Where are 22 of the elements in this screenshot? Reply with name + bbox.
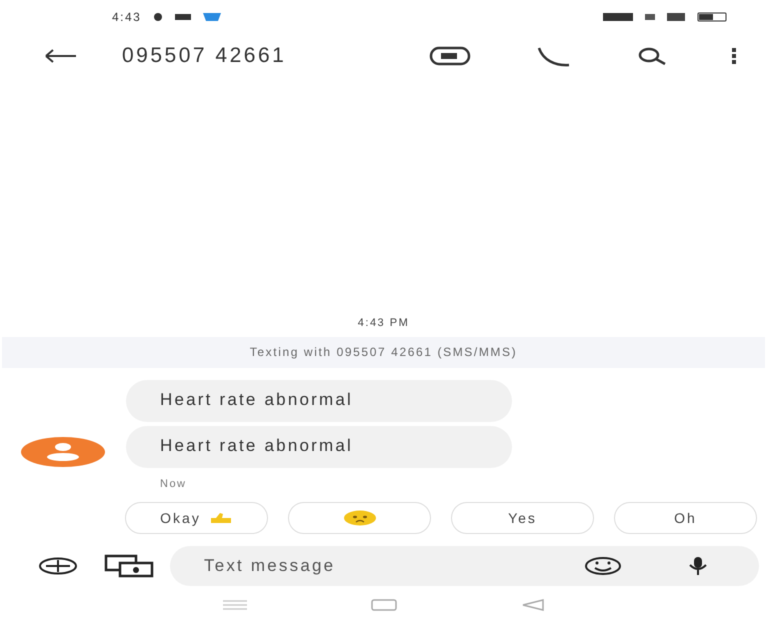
- message-timestamp: 4:43 PM: [356, 317, 410, 331]
- message-input[interactable]: Text message: [202, 555, 519, 577]
- message-status: Now: [159, 477, 188, 490]
- suggestion-chip[interactable]: Okay: [125, 502, 268, 534]
- status-time: 4:43: [112, 10, 142, 24]
- suggestion-chip[interactable]: Yes: [451, 502, 594, 534]
- worried-face-icon: [342, 510, 376, 526]
- back-arrow-icon[interactable]: [44, 49, 78, 63]
- gallery-icon[interactable]: [104, 554, 156, 578]
- emoji-icon[interactable]: [583, 556, 623, 576]
- conversation-banner: Texting with 095507 42661 (SMS/MMS): [2, 337, 765, 368]
- message-bubble: Heart rate abnormal: [126, 380, 512, 422]
- microphone-icon[interactable]: [687, 556, 709, 576]
- contact-title: 095507 42661: [122, 44, 288, 68]
- message-bubble: Heart rate abnormal: [126, 426, 512, 468]
- add-icon[interactable]: [38, 557, 78, 575]
- more-menu-icon[interactable]: [731, 47, 737, 65]
- message-field[interactable]: Text message: [170, 546, 759, 586]
- battery-icon: [697, 12, 727, 22]
- avatar-icon: [20, 436, 106, 468]
- suggestion-chip[interactable]: Oh: [614, 502, 757, 534]
- thumbs-up-icon: [208, 512, 233, 524]
